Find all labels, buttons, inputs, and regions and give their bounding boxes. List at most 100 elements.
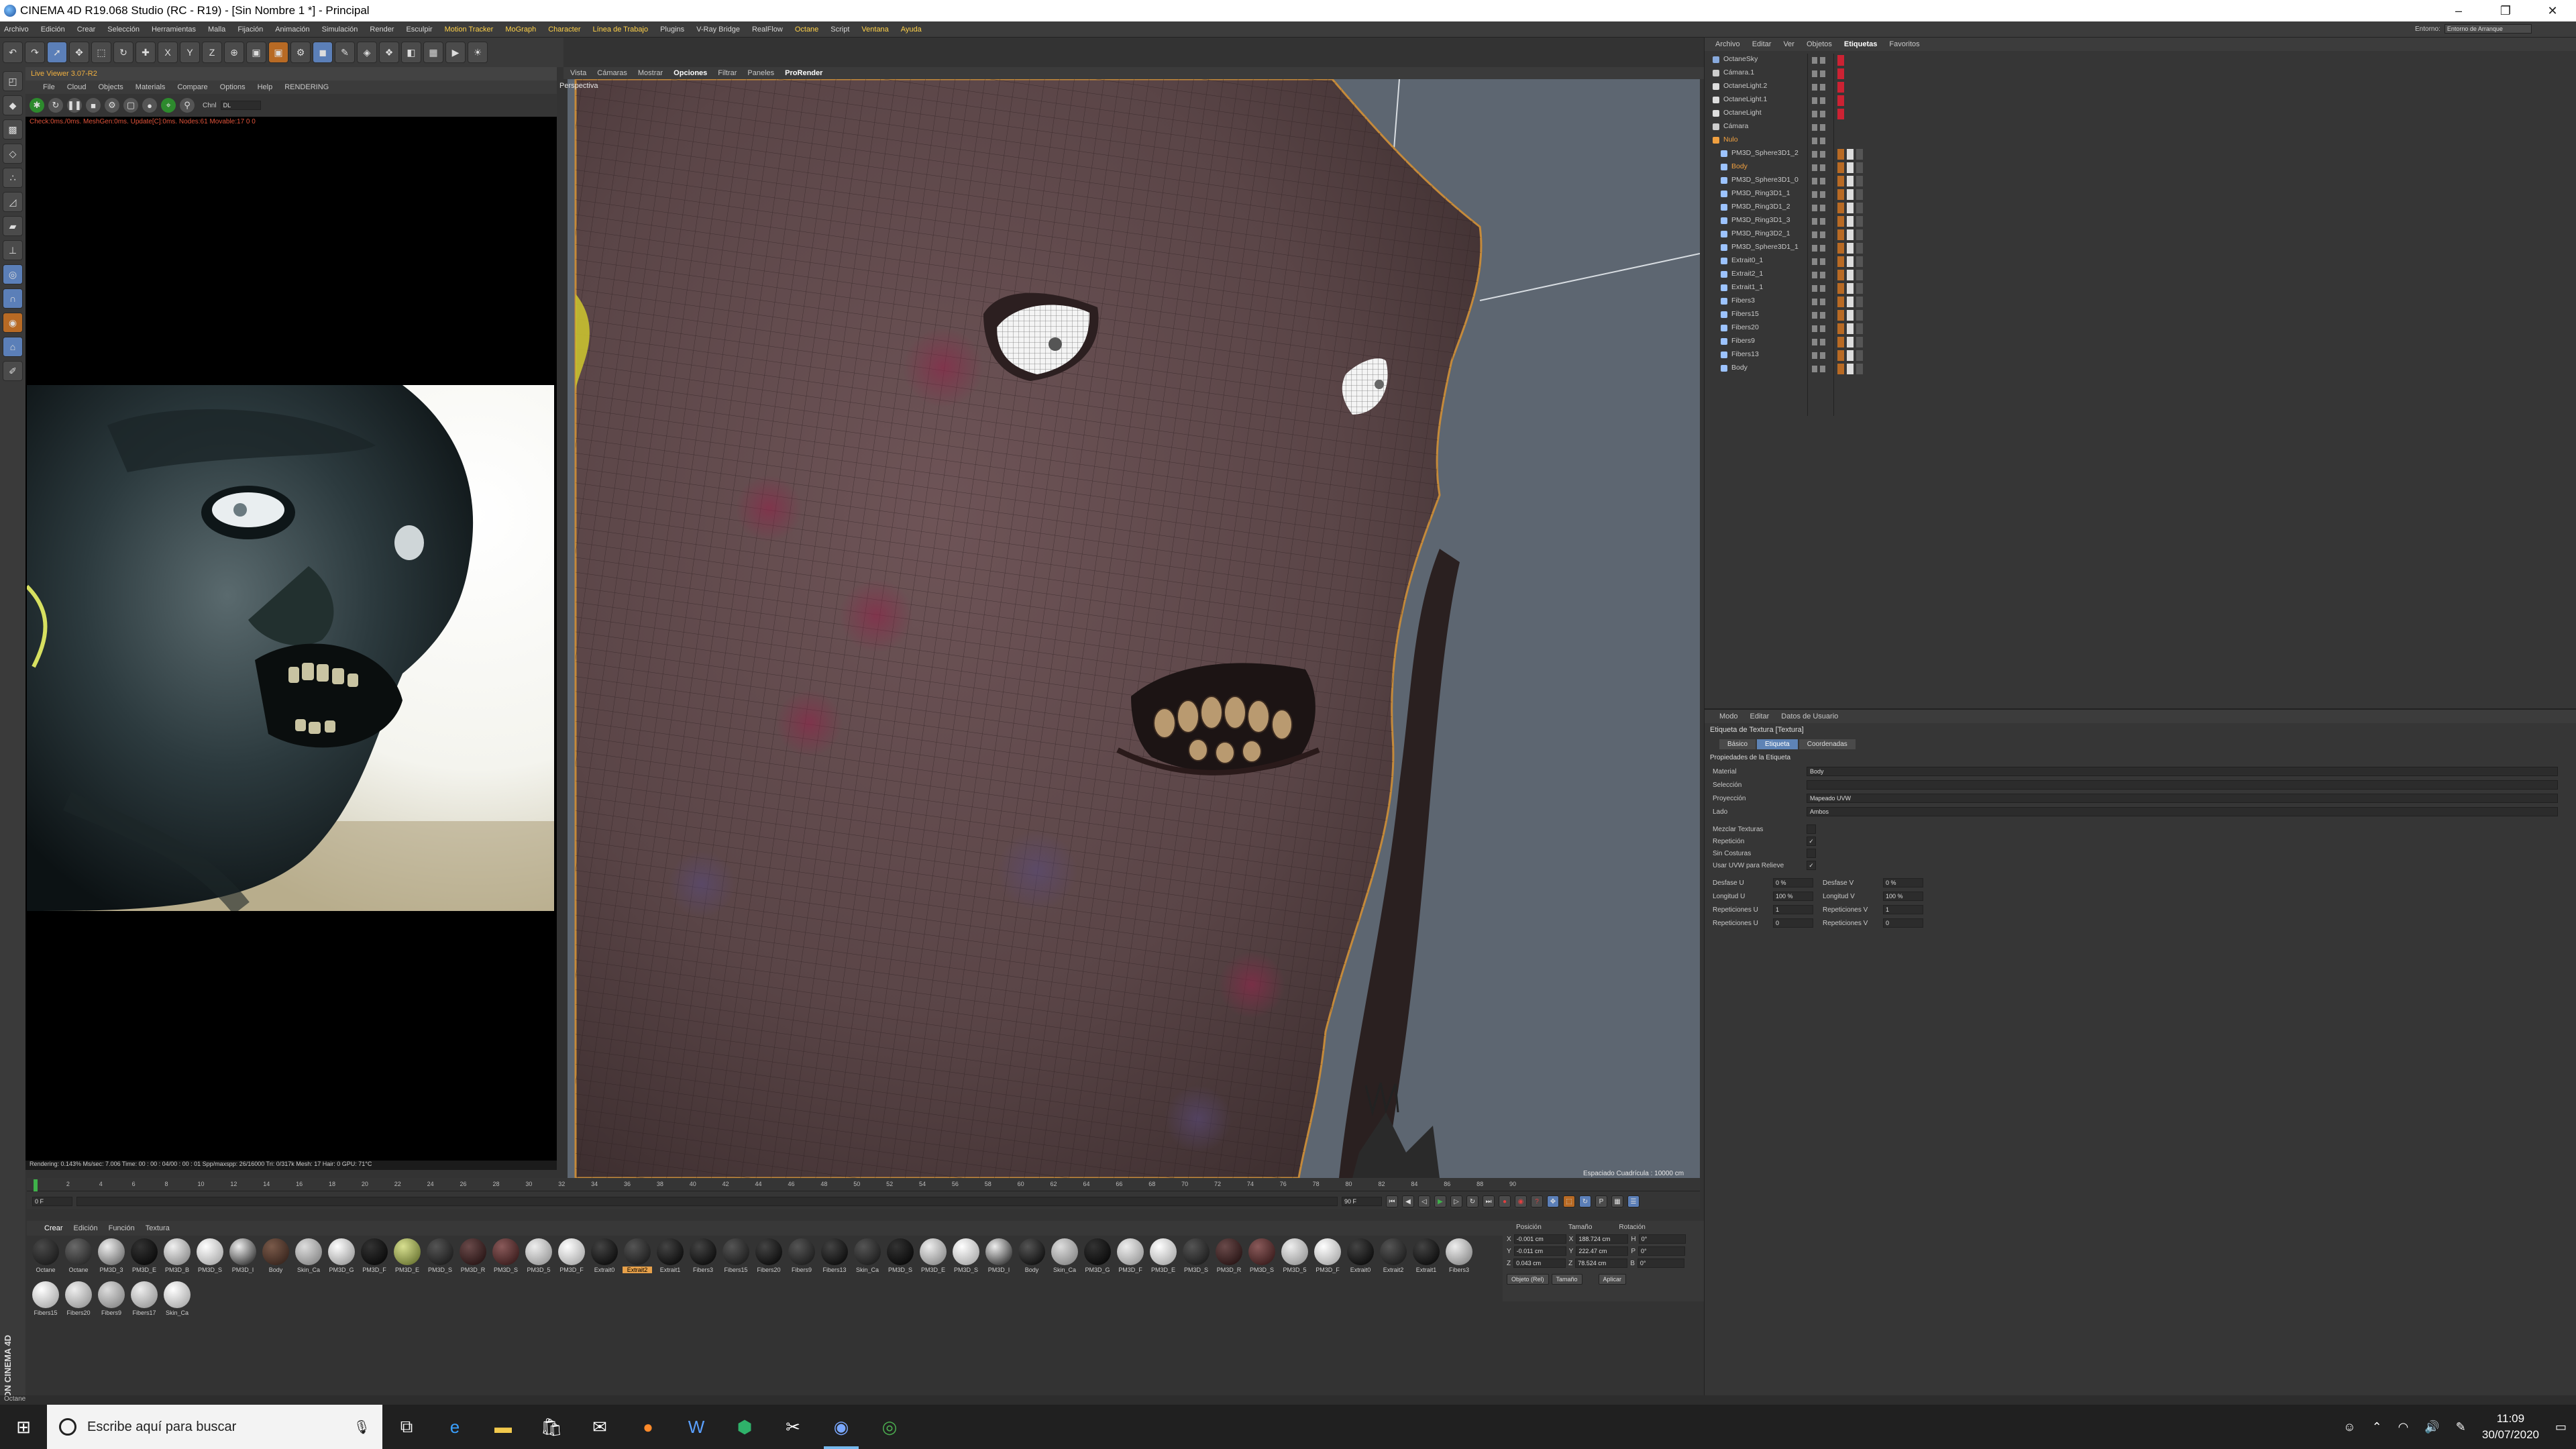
- menu-item-18[interactable]: Octane: [795, 25, 818, 34]
- octane-menu-item-5[interactable]: Options: [220, 83, 246, 91]
- menu-item-9[interactable]: Render: [370, 25, 394, 34]
- layout-dropdown[interactable]: Entorno de Arranque: [2444, 24, 2532, 34]
- object-row[interactable]: PM3D_Sphere3D1_2: [1705, 148, 2576, 161]
- visibility-dots-icon[interactable]: [1812, 285, 1828, 292]
- camera-icon[interactable]: ▶: [445, 42, 466, 63]
- material-swatch[interactable]: Fibers9: [97, 1281, 126, 1322]
- material-menu-2[interactable]: Función: [109, 1224, 135, 1232]
- am-tab-1[interactable]: Editar: [1750, 712, 1770, 720]
- position-key-icon[interactable]: ✥: [1547, 1195, 1559, 1208]
- attribute-value[interactable]: 100 %: [1773, 892, 1813, 901]
- om-tab-0[interactable]: Archivo: [1715, 40, 1740, 48]
- octane-menu-item-4[interactable]: Compare: [177, 83, 207, 91]
- viewport-menu-6[interactable]: ProRender: [785, 69, 822, 77]
- visibility-dots-icon[interactable]: [1812, 325, 1828, 332]
- loop-icon[interactable]: ↻: [1466, 1195, 1479, 1208]
- octane-menu-item-1[interactable]: Cloud: [67, 83, 87, 91]
- material-swatch[interactable]: PM3D_R: [1214, 1238, 1244, 1279]
- attribute-value[interactable]: 0 %: [1883, 878, 1923, 888]
- object-row[interactable]: OctaneSky: [1705, 54, 2576, 67]
- material-swatch[interactable]: Fibers20: [754, 1238, 784, 1279]
- menu-item-16[interactable]: V-Ray Bridge: [696, 25, 740, 34]
- clock[interactable]: 11:09 30/07/2020: [2482, 1411, 2539, 1443]
- notifications-icon[interactable]: ▭: [2555, 1420, 2567, 1434]
- texture-mode-icon[interactable]: ▩: [3, 119, 23, 140]
- position-field[interactable]: 0.043 cm: [1513, 1258, 1566, 1268]
- object-row[interactable]: Extrait1_1: [1705, 282, 2576, 295]
- menu-item-7[interactable]: Animación: [275, 25, 309, 34]
- prev-frame-icon[interactable]: ◁: [1418, 1195, 1430, 1208]
- material-menu-3[interactable]: Textura: [146, 1224, 170, 1232]
- menu-item-13[interactable]: Character: [548, 25, 580, 34]
- am-subtab-0[interactable]: Básico: [1719, 739, 1756, 749]
- object-row[interactable]: Fibers3: [1705, 295, 2576, 309]
- y-axis-button[interactable]: Y: [180, 42, 200, 63]
- material-swatch[interactable]: Fibers9: [787, 1238, 816, 1279]
- tag-icons[interactable]: [1837, 176, 1891, 186]
- render-view-icon[interactable]: ▣: [246, 42, 266, 63]
- tag-icons[interactable]: [1837, 189, 1891, 200]
- edge-browser-icon[interactable]: e: [431, 1405, 479, 1449]
- object-row[interactable]: OctaneLight: [1705, 107, 2576, 121]
- pen-icon[interactable]: ✎: [335, 42, 355, 63]
- file-explorer-icon[interactable]: ▬: [479, 1405, 527, 1449]
- viewport-menu-5[interactable]: Paneles: [747, 69, 774, 77]
- channel-dropdown[interactable]: DL: [220, 101, 261, 110]
- tag-icons[interactable]: [1837, 122, 1891, 133]
- rotate-icon[interactable]: ↻: [113, 42, 133, 63]
- attribute-value[interactable]: 1: [1883, 905, 1923, 914]
- menu-item-15[interactable]: Plugins: [660, 25, 684, 34]
- visibility-dots-icon[interactable]: [1812, 312, 1828, 319]
- visibility-dots-icon[interactable]: [1812, 366, 1828, 372]
- coordinate-system-icon[interactable]: ⊕: [224, 42, 244, 63]
- points-mode-icon[interactable]: ∴: [3, 168, 23, 188]
- menu-item-10[interactable]: Esculpir: [406, 25, 432, 34]
- minimize-button[interactable]: –: [2435, 0, 2482, 21]
- tag-icons[interactable]: [1837, 55, 1891, 66]
- rotation-field[interactable]: 0°: [1637, 1258, 1684, 1268]
- viewport-menu-4[interactable]: Filtrar: [718, 69, 737, 77]
- snipping-tool-icon[interactable]: ✂: [769, 1405, 817, 1449]
- am-subtab-2[interactable]: Coordenadas: [1799, 739, 1856, 749]
- array-icon[interactable]: ❖: [379, 42, 399, 63]
- tag-icons[interactable]: [1837, 149, 1891, 160]
- object-row[interactable]: Extrait2_1: [1705, 268, 2576, 282]
- menu-item-11[interactable]: Motion Tracker: [445, 25, 494, 34]
- move-icon[interactable]: ✥: [69, 42, 89, 63]
- viewport-menu-2[interactable]: Mostrar: [638, 69, 663, 77]
- apply-button[interactable]: Aplicar: [1598, 1274, 1627, 1285]
- rotation-field[interactable]: 0°: [1638, 1246, 1686, 1256]
- scale-key-icon[interactable]: ⬚: [1563, 1195, 1575, 1208]
- tag-icons[interactable]: [1837, 68, 1891, 79]
- scale-icon[interactable]: ⬚: [91, 42, 111, 63]
- menu-item-6[interactable]: Fijación: [237, 25, 263, 34]
- pick-material-icon[interactable]: ⚲: [180, 98, 195, 113]
- object-row[interactable]: PM3D_Ring3D1_1: [1705, 188, 2576, 201]
- attribute-value[interactable]: 100 %: [1883, 892, 1923, 901]
- tag-icons[interactable]: [1837, 310, 1891, 321]
- material-swatch[interactable]: Fibers13: [820, 1238, 849, 1279]
- visibility-dots-icon[interactable]: [1812, 191, 1828, 198]
- material-menu-1[interactable]: Edición: [74, 1224, 98, 1232]
- frame-range-slider[interactable]: [76, 1197, 1338, 1206]
- playhead[interactable]: [34, 1179, 38, 1191]
- material-swatch[interactable]: Fibers15: [721, 1238, 751, 1279]
- magnet-icon[interactable]: ∩: [3, 288, 23, 309]
- visibility-dots-icon[interactable]: [1812, 231, 1828, 238]
- autokey-icon[interactable]: ◉: [1515, 1195, 1527, 1208]
- visibility-dots-icon[interactable]: [1812, 164, 1828, 171]
- render-picture-icon[interactable]: ▣: [268, 42, 288, 63]
- attribute-checkbox[interactable]: ✓: [1807, 861, 1816, 870]
- param-key-icon[interactable]: P: [1595, 1195, 1607, 1208]
- visibility-dots-icon[interactable]: [1812, 178, 1828, 184]
- visibility-dots-icon[interactable]: [1812, 352, 1828, 359]
- material-swatch[interactable]: PM3D_S: [1247, 1238, 1277, 1279]
- material-swatch[interactable]: Extrait0: [590, 1238, 619, 1279]
- attribute-value[interactable]: Body: [1807, 767, 2558, 776]
- menu-item-4[interactable]: Herramientas: [152, 25, 196, 34]
- visibility-dots-icon[interactable]: [1812, 151, 1828, 158]
- material-swatch[interactable]: PM3D_S: [951, 1238, 981, 1279]
- visibility-dots-icon[interactable]: [1812, 57, 1828, 64]
- goto-end-icon[interactable]: ⏭: [1483, 1195, 1495, 1208]
- tag-icons[interactable]: [1837, 270, 1891, 280]
